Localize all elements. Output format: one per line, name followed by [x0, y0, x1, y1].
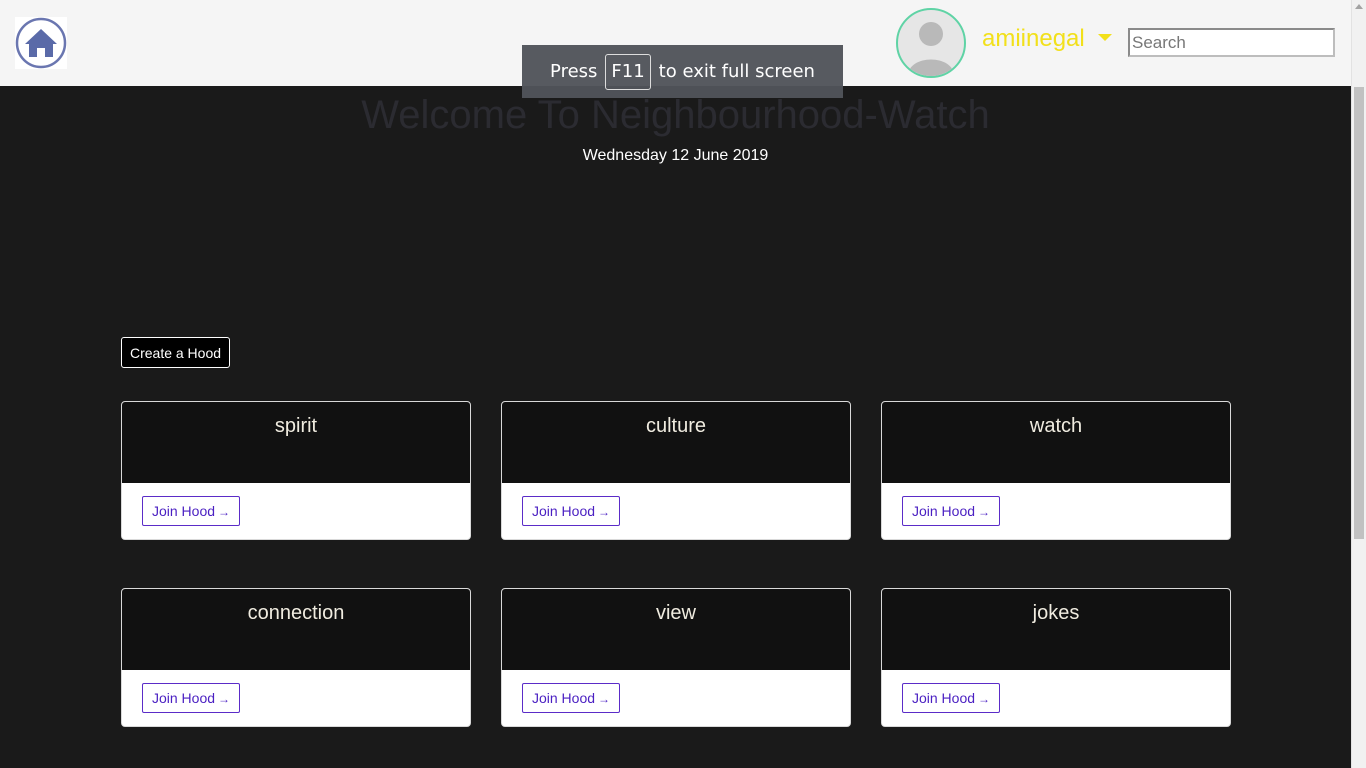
hood-card: spirit Join Hood →: [121, 401, 471, 540]
toast-key: F11: [605, 53, 651, 90]
hood-card: watch Join Hood →: [881, 401, 1231, 540]
arrow-right-icon: →: [978, 505, 991, 519]
fullscreen-toast: Press F11 to exit full screen: [522, 45, 843, 98]
home-icon[interactable]: [15, 17, 67, 69]
arrow-right-icon: →: [978, 692, 991, 706]
join-hood-label: Join Hood: [911, 690, 976, 706]
hood-name: spirit: [122, 402, 470, 483]
hood-name: jokes: [882, 589, 1230, 670]
join-hood-label: Join Hood: [151, 690, 216, 706]
join-hood-button[interactable]: Join Hood →: [522, 496, 620, 526]
join-hood-button[interactable]: Join Hood →: [902, 683, 1000, 713]
join-hood-button[interactable]: Join Hood →: [142, 683, 240, 713]
join-hood-label: Join Hood: [151, 503, 216, 519]
arrow-right-icon: →: [598, 692, 611, 706]
hood-card: connection Join Hood →: [121, 588, 471, 727]
page-title: Welcome To Neighbourhood-Watch: [361, 93, 990, 137]
hood-name: connection: [122, 589, 470, 670]
username-menu[interactable]: amiinegal: [982, 24, 1085, 54]
arrow-right-icon: →: [218, 692, 231, 706]
hood-card: jokes Join Hood →: [881, 588, 1231, 727]
join-hood-label: Join Hood: [531, 690, 596, 706]
hood-name: view: [502, 589, 850, 670]
join-hood-label: Join Hood: [911, 503, 976, 519]
join-hood-button[interactable]: Join Hood →: [902, 496, 1000, 526]
create-hood-button[interactable]: Create a Hood: [121, 337, 230, 368]
current-date: Wednesday 12 June 2019: [582, 147, 769, 164]
arrow-right-icon: →: [218, 505, 231, 519]
hood-name: culture: [502, 402, 850, 483]
scroll-up-icon[interactable]: [1355, 4, 1363, 9]
join-hood-label: Join Hood: [531, 503, 596, 519]
user-silhouette-icon: [908, 22, 954, 76]
page-scrollbar[interactable]: [1351, 0, 1366, 768]
avatar[interactable]: [896, 8, 966, 78]
arrow-right-icon: →: [598, 505, 611, 519]
chevron-down-icon[interactable]: [1098, 34, 1112, 41]
hood-card: culture Join Hood →: [501, 401, 851, 540]
search-input[interactable]: [1128, 28, 1335, 57]
hood-card: view Join Hood →: [501, 588, 851, 727]
toast-press-text: Press: [550, 61, 598, 82]
join-hood-button[interactable]: Join Hood →: [522, 683, 620, 713]
toast-rest-text: to exit full screen: [658, 61, 815, 82]
hood-name: watch: [882, 402, 1230, 483]
join-hood-button[interactable]: Join Hood →: [142, 496, 240, 526]
scroll-thumb[interactable]: [1354, 87, 1364, 539]
